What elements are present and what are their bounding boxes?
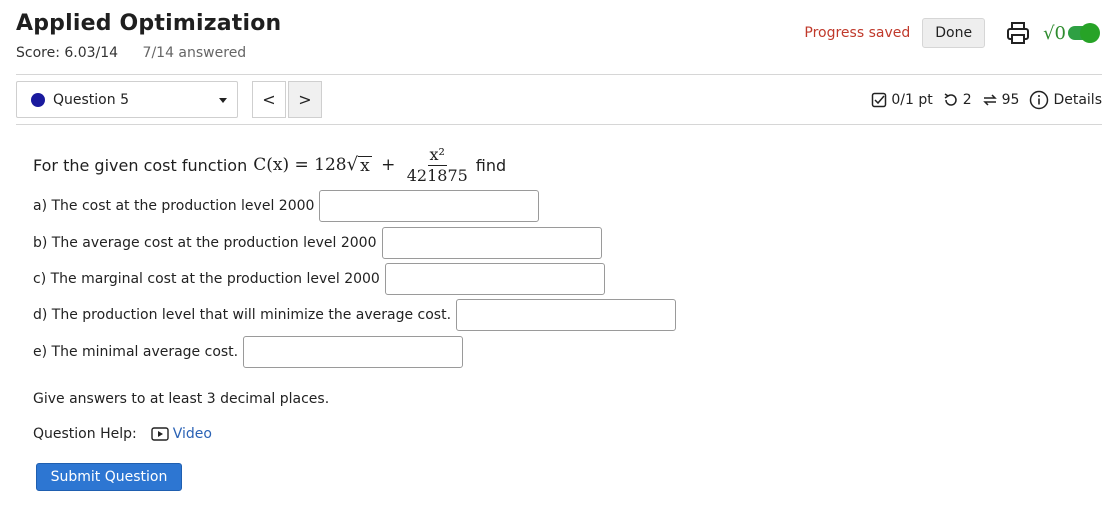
part-a-answer-input[interactable] bbox=[319, 190, 540, 222]
part-d: d) The production level that will minimi… bbox=[33, 299, 677, 331]
attempts-icon bbox=[982, 94, 997, 106]
attempts-info: 95 bbox=[982, 92, 1020, 108]
sqrt-icon: √0 bbox=[1043, 22, 1066, 44]
next-question-button[interactable]: > bbox=[288, 81, 322, 118]
info-icon bbox=[1030, 90, 1049, 110]
question-prompt: For the given cost function C(x) = 128 √ x… bbox=[33, 140, 506, 190]
formula-lhs: C(x) = 128 bbox=[253, 154, 347, 175]
part-b: b) The average cost at the production le… bbox=[33, 227, 602, 259]
math-input-toggle[interactable]: √0 bbox=[1043, 22, 1100, 44]
print-icon[interactable] bbox=[1005, 20, 1031, 46]
question-help: Question Help: Video bbox=[33, 426, 212, 442]
toggle-knob bbox=[1080, 23, 1100, 43]
details-button[interactable]: Details bbox=[1029, 90, 1102, 110]
part-e-label: e) The minimal average cost. bbox=[33, 344, 239, 360]
part-d-answer-input[interactable] bbox=[456, 299, 677, 331]
part-a: a) The cost at the production level 2000 bbox=[33, 190, 540, 222]
part-c: c) The marginal cost at the production l… bbox=[33, 263, 605, 295]
part-d-label: d) The production level that will minimi… bbox=[33, 307, 452, 323]
part-a-label: a) The cost at the production level 2000 bbox=[33, 198, 315, 214]
question-intro: For the given cost function bbox=[33, 155, 248, 175]
question-select-label: Question 5 bbox=[53, 91, 129, 108]
header-divider bbox=[16, 74, 1102, 75]
toggle-switch[interactable] bbox=[1068, 23, 1100, 43]
find-text: find bbox=[475, 155, 507, 175]
score-line: Score: 6.03/14 7/14 answered bbox=[16, 45, 246, 61]
fraction-denominator: 421875 bbox=[406, 165, 468, 185]
question-status-dot bbox=[31, 92, 45, 107]
question-meta: 0/1 pt 2 95 Details bbox=[861, 90, 1102, 110]
part-b-answer-input[interactable] bbox=[381, 227, 602, 259]
attempts-text: 95 bbox=[1001, 92, 1020, 108]
video-label: Video bbox=[172, 426, 212, 442]
points-text: 0/1 pt bbox=[891, 92, 933, 108]
part-e: e) The minimal average cost. bbox=[33, 336, 464, 368]
fraction: x² 421875 bbox=[407, 145, 468, 186]
chevron-down-icon bbox=[219, 98, 227, 103]
previous-question-button[interactable]: < bbox=[252, 81, 286, 118]
content-divider bbox=[16, 124, 1102, 125]
page-title: Applied Optimization bbox=[16, 11, 282, 36]
retries-info: 2 bbox=[943, 92, 972, 108]
retry-icon bbox=[944, 93, 957, 106]
decimal-note: Give answers to at least 3 decimal place… bbox=[33, 391, 330, 407]
question-select[interactable]: Question 5 bbox=[16, 81, 238, 118]
assignment-page: Applied Optimization Score: 6.03/14 7/14… bbox=[0, 0, 1102, 514]
video-link[interactable]: Video bbox=[151, 426, 212, 442]
progress-saved-status: Progress saved bbox=[804, 25, 911, 41]
retries-text: 2 bbox=[962, 92, 972, 108]
fraction-numerator: x² bbox=[427, 144, 447, 166]
sqrt-argument: x bbox=[358, 155, 372, 176]
part-b-label: b) The average cost at the production le… bbox=[33, 235, 377, 251]
radical-sign: √ bbox=[346, 153, 359, 175]
part-c-answer-input[interactable] bbox=[384, 263, 605, 295]
checkbox-icon bbox=[872, 92, 887, 108]
plus-sign: + bbox=[381, 154, 396, 175]
part-e-answer-input[interactable] bbox=[243, 336, 464, 368]
part-c-label: c) The marginal cost at the production l… bbox=[33, 271, 380, 287]
done-button[interactable]: Done bbox=[922, 18, 986, 48]
submit-question-button[interactable]: Submit Question bbox=[36, 463, 182, 491]
score-text: Score: 6.03/14 bbox=[16, 45, 119, 61]
sqrt-expression: √ x bbox=[347, 154, 372, 175]
details-label: Details bbox=[1053, 92, 1102, 108]
answered-count: 7/14 answered bbox=[142, 45, 247, 61]
video-icon bbox=[151, 427, 169, 441]
question-help-label: Question Help: bbox=[33, 426, 137, 442]
formula: C(x) = 128 √ x + x² 421875 bbox=[253, 145, 474, 186]
top-toolbar: Progress saved Done √0 bbox=[804, 18, 1100, 48]
points-info: 0/1 pt bbox=[871, 92, 933, 108]
